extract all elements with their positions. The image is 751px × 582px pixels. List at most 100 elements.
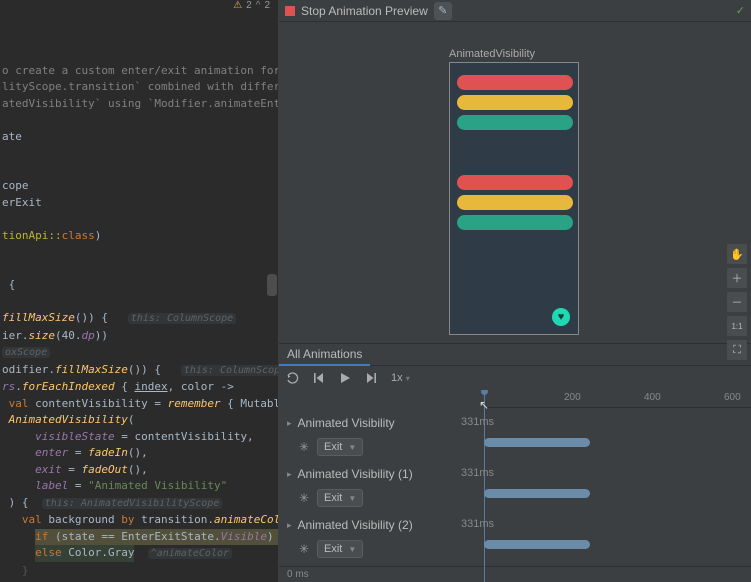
timeline-clip[interactable] — [484, 438, 590, 447]
code-text: -> — [214, 380, 234, 393]
pan-tool-button[interactable]: ✋ — [727, 244, 747, 264]
track-name: Animated Visibility (1) — [298, 467, 413, 481]
code-text: { MutableTransitionS — [221, 397, 279, 410]
code-comment: o create a custom enter/exit animation f… — [2, 64, 279, 77]
preview-bar — [457, 115, 573, 130]
code-text: contentVisibility = — [35, 397, 167, 410]
track-header[interactable]: ▸Animated Visibility (2) — [287, 518, 413, 532]
preview-bar — [457, 95, 573, 110]
inspector-tab-all-animations[interactable]: All Animations — [279, 344, 370, 366]
track-name: Animated Visibility (2) — [298, 518, 413, 532]
code-ext: rs — [2, 380, 15, 393]
timeline-ruler[interactable]: 2004006008001000 — [484, 390, 751, 408]
ruler-tick: 600 — [724, 392, 741, 403]
track-sub-row: ✳ Exit ▼ — [297, 540, 363, 558]
code-text: cope — [2, 179, 29, 192]
ruler-tick: 200 — [564, 392, 581, 403]
stop-icon[interactable] — [285, 6, 295, 16]
zoom-out-button[interactable]: － — [727, 292, 747, 312]
inlay-hint: oxScope — [2, 347, 50, 358]
code-editor-pane: ⚠ 2 ^ 2 o create a custom enter/exit ani… — [0, 0, 279, 582]
preview-bar — [457, 175, 573, 190]
preview-bar — [457, 235, 573, 250]
code-text: ier. — [2, 329, 29, 342]
code-comment: atedVisibility` using `Modifier.animateE… — [2, 97, 279, 110]
code-text: == EnterExitState. — [95, 530, 221, 543]
inlay-hint: this: ColumnScope — [181, 365, 279, 376]
hint-count: 2 — [264, 0, 270, 11]
chevron-down-icon: ▼ — [348, 494, 356, 503]
animation-preview-pane: Stop Animation Preview ✎ ✓ AnimatedVisib… — [279, 0, 751, 582]
animation-track-row: ▸Animated Visibility (2)331ms✳Exit▼ — [279, 514, 751, 565]
transition-state-select[interactable]: Exit▼ — [317, 438, 363, 456]
code-ext: dp — [82, 329, 95, 342]
transition-state-value: Exit — [324, 492, 342, 504]
hint-icon: ^ — [256, 0, 261, 11]
inlay-hint: this: ColumnScope — [128, 313, 236, 324]
animation-inspector: All Animations 1x ▾ 2004006008001000 0 m… — [279, 343, 751, 582]
code-call: animateColor — [214, 513, 279, 526]
code-call: size — [29, 329, 56, 342]
animation-track-row: ▸Animated Visibility331ms✳Exit▼ — [279, 412, 751, 463]
timeline-clip[interactable] — [484, 540, 590, 549]
preview-title: Stop Animation Preview — [301, 4, 428, 18]
code-brace: { — [9, 278, 16, 291]
code-param: index — [134, 380, 167, 393]
code-text: (40. — [55, 329, 82, 342]
check-icon: ✓ — [736, 4, 745, 17]
code-text: erExit — [2, 196, 42, 209]
go-to-start-button[interactable] — [309, 368, 329, 388]
code-text: transition. — [141, 513, 214, 526]
preview-bar — [457, 195, 573, 210]
code-call: fillMaxSize — [2, 311, 75, 324]
freeze-icon[interactable]: ✳ — [297, 440, 311, 454]
freeze-icon[interactable]: ✳ — [297, 542, 311, 556]
code-keyword: if — [35, 530, 48, 543]
editor-scrollbar-thumb[interactable] — [267, 274, 277, 296]
timeline-position-label: 0 ms — [279, 566, 751, 582]
code-call: fillMaxSize — [55, 363, 128, 376]
preview-bar — [457, 215, 573, 230]
warning-count: 2 — [246, 0, 252, 11]
code-comment: lityScope.transition` combined with diff… — [2, 80, 279, 93]
track-header[interactable]: ▸Animated Visibility — [287, 416, 395, 430]
play-button[interactable] — [335, 368, 355, 388]
cursor-icon: ↖ — [479, 398, 489, 412]
code-keyword: val — [9, 397, 29, 410]
code-text: state — [62, 530, 95, 543]
code-call: forEachIndexed — [22, 380, 115, 393]
preview-bar — [457, 75, 573, 90]
track-header[interactable]: ▸ Animated Visibility (1) — [287, 467, 413, 481]
code-named-arg: visibleState — [35, 430, 114, 443]
ruler-tick: 400 — [644, 392, 661, 403]
zoom-1to1-button[interactable]: 1:1 — [727, 316, 747, 336]
preview-tool-bar: ✋ ＋ － 1:1 ⛶ — [727, 244, 747, 360]
interactive-mode-button[interactable]: ✎ — [434, 2, 452, 20]
code-named-arg: label — [35, 479, 68, 492]
transition-state-value: Exit — [324, 543, 342, 555]
fab-button[interactable]: ♥ — [552, 308, 570, 326]
track-duration: 331ms — [461, 467, 494, 479]
code-text: = contentVisibility, — [115, 430, 254, 443]
code-editor[interactable]: o create a custom enter/exit animation f… — [0, 10, 278, 582]
code-keyword: else — [35, 546, 62, 559]
code-keyword: class — [62, 229, 95, 242]
transition-state-select[interactable]: Exit ▼ — [317, 540, 363, 558]
go-to-end-button[interactable] — [361, 368, 381, 388]
code-annotation: tionApi:: — [2, 229, 62, 242]
transition-state-select[interactable]: Exit ▼ — [317, 489, 363, 507]
playback-speed[interactable]: 1x ▾ — [387, 372, 414, 384]
preview-toolbar: Stop Animation Preview ✎ ✓ — [279, 0, 751, 22]
inlay-hint: ^animateColor — [148, 548, 232, 559]
timeline-clip[interactable] — [484, 489, 590, 498]
preview-canvas[interactable]: AnimatedVisibility ♥ ✋ ＋ － 1:1 ⛶ — [279, 22, 751, 343]
zoom-in-button[interactable]: ＋ — [727, 268, 747, 288]
chevron-right-icon: ▸ — [287, 469, 292, 480]
chevron-down-icon: ▼ — [348, 443, 356, 452]
loop-button[interactable] — [283, 368, 303, 388]
animation-track-row: ▸ Animated Visibility (1) 331ms ✳ Exit ▼ — [279, 463, 751, 514]
zoom-fit-button[interactable]: ⛶ — [727, 340, 747, 360]
code-named-arg: enter — [35, 446, 68, 459]
freeze-icon[interactable]: ✳ — [297, 491, 311, 505]
chevron-down-icon: ▼ — [348, 545, 356, 554]
